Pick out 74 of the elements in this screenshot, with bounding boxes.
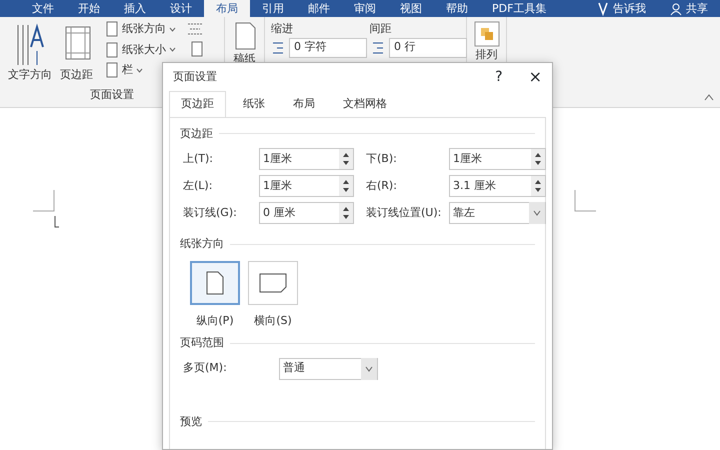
spin-field[interactable]: 1厘米: [259, 148, 354, 170]
collapse-ribbon-icon[interactable]: [704, 93, 714, 101]
spacing-field[interactable]: 0 行: [389, 38, 467, 58]
field-label: 上(T):: [183, 150, 214, 167]
indent-icon: [271, 40, 285, 56]
share-button[interactable]: 共享: [658, 0, 720, 17]
ribbon-tab[interactable]: 布局: [204, 0, 250, 17]
ribbon-tab[interactable]: 开始: [66, 0, 112, 17]
dialog-tab[interactable]: 文档网格: [332, 91, 398, 116]
close-button[interactable]: ×: [528, 65, 542, 89]
text-cursor-icon: [54, 215, 60, 229]
dropdown-field[interactable]: 普通: [279, 358, 378, 380]
section-heading: 页边距: [180, 126, 213, 142]
field-label: 右(R):: [366, 178, 398, 194]
field-label: 缩进: [271, 21, 294, 37]
spin-field[interactable]: 1厘米: [449, 148, 546, 170]
dialog-tab[interactable]: 布局: [282, 91, 326, 116]
option-label: 纵向(P): [196, 312, 234, 328]
spin-arrows-icon: [342, 179, 350, 193]
spin-field[interactable]: 0 厘米: [259, 202, 354, 224]
caret-icon: [169, 26, 176, 32]
spin-arrows-icon: [342, 152, 350, 166]
line-spacing-icon: [371, 40, 385, 56]
tell-me-button[interactable]: 告诉我: [585, 0, 658, 17]
chevron-down-icon: [533, 210, 541, 216]
portrait-page-icon: [206, 270, 224, 294]
paper-size-button[interactable]: 纸张大小: [103, 42, 178, 58]
caret-icon: [136, 68, 143, 73]
dialog-tab[interactable]: 页边距: [169, 91, 226, 116]
spin-arrows-icon: [534, 179, 542, 193]
ribbon-tab[interactable]: 设计: [158, 0, 204, 17]
dialog-title: 页面设置: [173, 68, 217, 85]
ribbon-tab[interactable]: PDF工具集: [480, 0, 558, 17]
manuscript-icon: [232, 21, 256, 51]
group-label: 页面设置: [89, 86, 135, 102]
ribbon-tab[interactable]: 文件: [20, 0, 66, 17]
ribbon-tab[interactable]: 审阅: [342, 0, 388, 17]
arrange-icon: [474, 21, 500, 47]
caret-icon: [169, 47, 176, 52]
indent-field[interactable]: 0 字符: [289, 38, 367, 58]
dialog-tab[interactable]: 纸张: [232, 91, 276, 116]
page-icon: [105, 42, 119, 58]
page-corner-mark: [33, 190, 55, 212]
portrait-button[interactable]: [190, 260, 240, 304]
section-heading: 预览: [180, 414, 202, 430]
ribbon-tab[interactable]: 插入: [112, 0, 158, 17]
field-label: 下(B):: [366, 150, 398, 167]
field-label: 装订线位置(U):: [366, 204, 442, 221]
option-label: 横向(S): [254, 312, 292, 328]
margins-button[interactable]: 页边距: [58, 21, 95, 84]
field-label: 装订线(G):: [183, 204, 238, 221]
orientation-button[interactable]: 纸张方向: [103, 21, 178, 38]
spin-field[interactable]: 1厘米: [259, 175, 354, 197]
ribbon-tab[interactable]: 邮件: [296, 0, 342, 17]
field-label: 间距: [370, 21, 392, 37]
spin-arrows-icon: [342, 206, 350, 220]
spin-field[interactable]: 3.1 厘米: [449, 175, 546, 197]
field-label: 多页(M):: [183, 360, 228, 376]
chevron-down-icon: [365, 366, 373, 372]
ribbon-tab[interactable]: 帮助: [434, 0, 480, 17]
section-heading: 页码范围: [180, 335, 224, 351]
spin-arrows-icon: [534, 152, 542, 166]
text-direction-button[interactable]: 文字方向: [6, 21, 54, 84]
ribbon-tab[interactable]: 引用: [250, 0, 296, 17]
section-heading: 纸张方向: [180, 236, 224, 252]
ribbon-tab[interactable]: 视图: [388, 0, 434, 17]
person-icon: [670, 2, 682, 16]
page-corner-mark: [574, 190, 596, 212]
dropdown-field[interactable]: 靠左: [449, 202, 546, 224]
help-button[interactable]: ?: [495, 66, 503, 88]
landscape-page-icon: [259, 272, 287, 292]
arrange-button[interactable]: 排列: [473, 21, 500, 64]
field-label: 左(L):: [183, 178, 214, 194]
landscape-button[interactable]: [248, 260, 298, 304]
